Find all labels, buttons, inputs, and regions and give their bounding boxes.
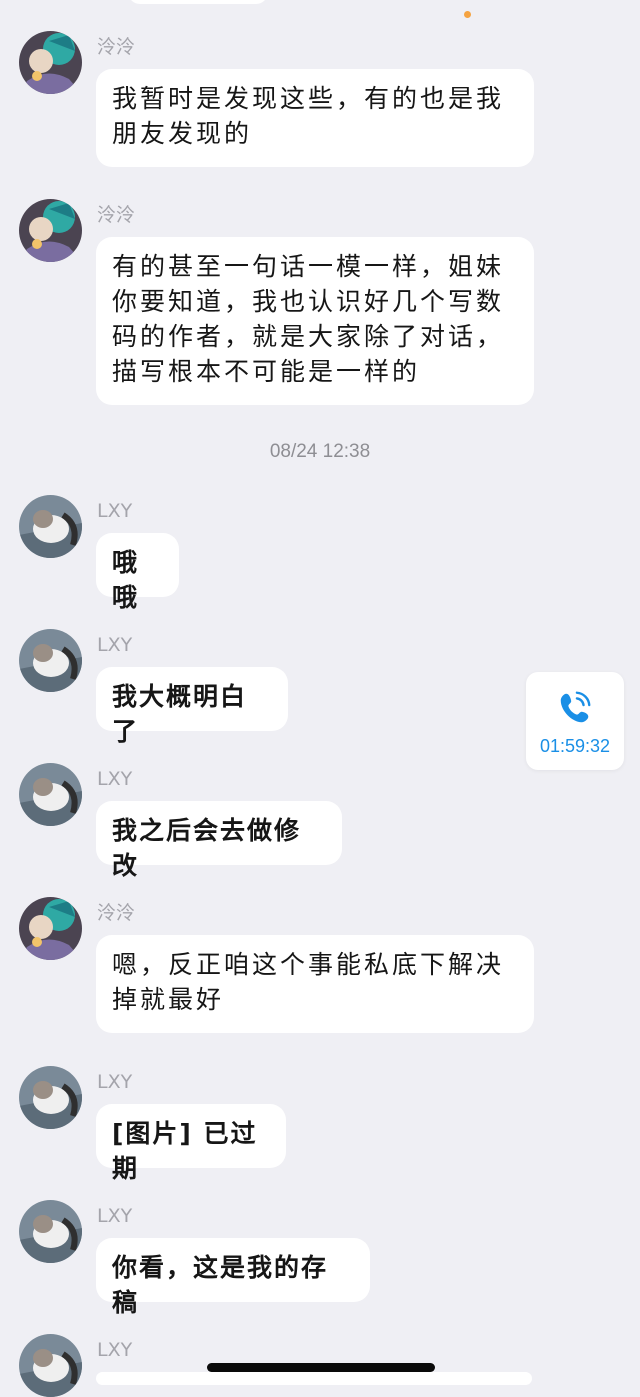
message-bubble[interactable]: 你看，这是我的存稿: [96, 1238, 370, 1317]
sender-name: LXY: [97, 1339, 133, 1361]
message-bubble[interactable]: 有的甚至一句话一模一样，姐妹你要知道，我也认识好几个写数码的作者，就是大家除了对…: [96, 237, 534, 405]
sender-name: 泠泠: [97, 36, 136, 58]
message-bubble[interactable]: [96, 1372, 532, 1385]
timestamp: 08/24 12:38: [269, 441, 371, 462]
sender-name: LXY: [97, 1071, 133, 1093]
avatar-lingling[interactable]: [19, 199, 82, 262]
avatar-lingling[interactable]: [19, 31, 82, 94]
sender-name: LXY: [97, 500, 133, 522]
expired-image-message[interactable]: [图片] 已过期: [96, 1104, 286, 1183]
voice-call-widget[interactable]: 01:59:32: [526, 672, 624, 770]
avatar-lxy[interactable]: [19, 495, 82, 558]
sender-name: LXY: [97, 1205, 133, 1227]
phone-icon: [560, 691, 591, 723]
sender-name: 泠泠: [97, 902, 136, 924]
sender-name: LXY: [97, 634, 133, 656]
previous-message-bubble[interactable]: [128, 0, 268, 4]
message-bubble[interactable]: 我暂时是发现这些，有的也是我朋友发现的: [96, 69, 534, 167]
avatar-lxy[interactable]: [19, 1334, 82, 1397]
sender-name: LXY: [97, 768, 133, 790]
avatar-lxy[interactable]: [19, 629, 82, 692]
avatar-lxy[interactable]: [19, 1200, 82, 1263]
avatar-lingling[interactable]: [19, 897, 82, 960]
message-bubble[interactable]: 哦哦: [96, 533, 179, 612]
call-duration: 01:59:32: [539, 736, 611, 756]
home-indicator[interactable]: [207, 1363, 435, 1372]
message-bubble[interactable]: 我大概明白了: [96, 667, 288, 746]
unread-dot: [464, 11, 471, 18]
message-bubble[interactable]: 嗯，反正咱这个事能私底下解决掉就最好: [96, 935, 534, 1033]
message-bubble[interactable]: 我之后会去做修改: [96, 801, 342, 880]
avatar-lxy[interactable]: [19, 1066, 82, 1129]
avatar-lxy[interactable]: [19, 763, 82, 826]
sender-name: 泠泠: [97, 204, 136, 226]
